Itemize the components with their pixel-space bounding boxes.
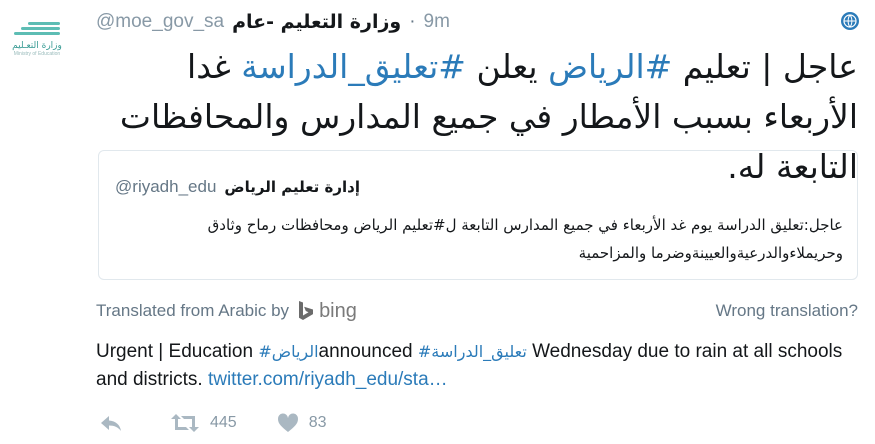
retweet-count: 445 [210, 414, 237, 431]
hashtag-link[interactable]: #الرياض [258, 342, 318, 361]
heart-icon [277, 413, 298, 432]
avatar-subtitle: Ministry of Education [13, 51, 61, 57]
author-handle[interactable]: @moe_gov_sa [96, 11, 224, 33]
like-count: 83 [308, 414, 327, 431]
tweet-link[interactable]: twitter.com/riyadh_edu/sta… [208, 369, 448, 390]
avatar[interactable]: وزارة التعـليم Ministry of Education [8, 10, 66, 68]
header-separator: · [409, 11, 416, 32]
author-name[interactable]: وزارة التعليم -عام [232, 11, 401, 33]
translation-part: Urgent | Education [96, 341, 259, 362]
tweet-actions: 445 83 [100, 413, 327, 433]
logo-icon [14, 20, 60, 37]
bing-label: bing [319, 299, 357, 322]
retweet-icon [171, 414, 199, 432]
tweet-text-part: يعلن [465, 47, 549, 86]
globe-icon [841, 12, 859, 30]
quoted-tweet-header: @riyadh_edu إدارة تعليم الرياض [115, 177, 360, 197]
translated-text: Urgent | Education #الرياضannounced #تعل… [96, 338, 858, 394]
hashtag-link[interactable]: #تعليق_الدراسة [418, 342, 527, 361]
reply-button[interactable] [100, 414, 122, 432]
bing-logo[interactable]: bing [297, 300, 357, 323]
hashtag-link[interactable]: #تعليق_الدراسة [241, 47, 466, 86]
tweet-text-part: عاجل | تعليم [672, 47, 858, 86]
timestamp[interactable]: 9m [424, 11, 450, 33]
quoted-author-name: إدارة تعليم الرياض [224, 178, 360, 196]
translation-bar: Translated from Arabic by bing Wrong tra… [96, 298, 858, 324]
quoted-author-handle: @riyadh_edu [115, 177, 217, 196]
like-button[interactable]: 83 [277, 413, 327, 433]
translated-label: Translated from Arabic by [96, 301, 290, 320]
avatar-brand: وزارة التعـليم [12, 41, 62, 51]
tweet-header: @moe_gov_sa وزارة التعليم -عام · 9m [96, 11, 815, 33]
retweet-button[interactable]: 445 [170, 413, 237, 433]
bing-logo-icon [299, 301, 314, 320]
quoted-tweet[interactable]: @riyadh_edu إدارة تعليم الرياض عاجل:تعلي… [98, 150, 858, 280]
hashtag-link[interactable]: #الرياض [548, 47, 672, 86]
translation-part: announced [318, 341, 418, 362]
reply-icon [101, 416, 121, 431]
quoted-tweet-text: عاجل:تعليق الدراسة يوم غد الأربعاء في جم… [207, 216, 843, 262]
wrong-translation-link[interactable]: Wrong translation? [716, 301, 858, 321]
